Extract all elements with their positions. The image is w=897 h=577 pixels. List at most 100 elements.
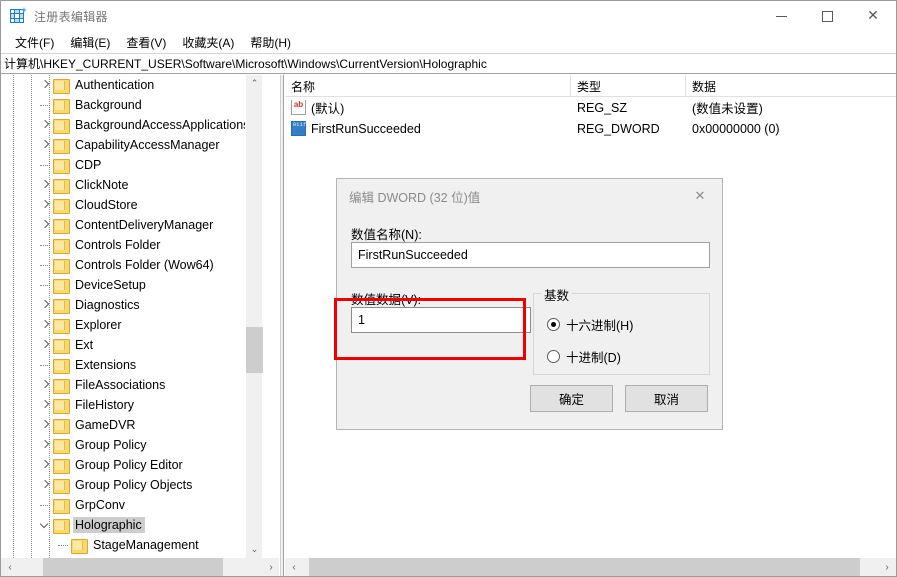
scroll-right-icon[interactable]: › — [878, 558, 896, 576]
close-button[interactable]: ✕ — [850, 1, 896, 31]
tree-hscroll-track[interactable] — [19, 558, 262, 576]
menu-file[interactable]: 文件(F) — [7, 32, 62, 53]
registry-tree-pane: Authentication Background BackgroundAccess… — [1, 75, 280, 576]
tree-item[interactable]: Group Policy Editor — [1, 455, 263, 475]
tree-item[interactable]: ClickNote — [1, 175, 263, 195]
tree-item[interactable]: GrpConv — [1, 495, 263, 515]
tree-item[interactable]: Controls Folder — [1, 235, 263, 255]
tree-item[interactable]: FileAssociations — [1, 375, 263, 395]
radio-hexadecimal-icon — [547, 318, 560, 331]
chevron-right-icon[interactable] — [37, 175, 53, 195]
menu-view[interactable]: 查看(V) — [118, 32, 174, 53]
values-hscroll-track[interactable] — [303, 558, 878, 576]
chevron-right-icon[interactable] — [37, 415, 53, 435]
tree-item[interactable]: CapabilityAccessManager — [1, 135, 263, 155]
folder-icon — [53, 258, 70, 274]
tree-guide-stub — [55, 535, 71, 555]
address-bar[interactable]: 计算机\HKEY_CURRENT_USER\Software\Microsoft… — [1, 53, 896, 74]
chevron-right-icon[interactable] — [37, 395, 53, 415]
menu-favorites[interactable]: 收藏夹(A) — [174, 32, 242, 53]
chevron-right-icon[interactable] — [37, 335, 53, 355]
folder-icon — [53, 98, 70, 114]
value-name-input[interactable] — [351, 242, 710, 268]
scroll-left-icon[interactable]: ‹ — [1, 558, 19, 576]
tree-item-label: Group Policy — [75, 438, 147, 452]
tree-hscroll-thumb[interactable] — [43, 558, 223, 576]
tree-scroll-thumb[interactable] — [246, 327, 263, 373]
radio-hexadecimal[interactable]: 十六进制(H) — [547, 315, 633, 334]
column-header-name[interactable]: 名称 — [285, 75, 571, 97]
tree-item[interactable]: Explorer — [1, 315, 263, 335]
tree-horizontal-scrollbar[interactable]: ‹ › — [1, 558, 279, 576]
value-name-text: (默认) — [311, 102, 345, 116]
chevron-right-icon[interactable] — [37, 375, 53, 395]
tree-item-label: Diagnostics — [75, 298, 140, 312]
tree-item[interactable]: CloudStore — [1, 195, 263, 215]
column-header-type[interactable]: 类型 — [571, 75, 686, 97]
radio-decimal[interactable]: 十进制(D) — [547, 347, 621, 366]
menu-help[interactable]: 帮助(H) — [242, 32, 299, 53]
ok-button[interactable]: 确定 — [530, 385, 613, 412]
tree-item[interactable]: CDP — [1, 155, 263, 175]
tree-item[interactable]: StageManagement — [1, 535, 263, 555]
tree-item-label: CDP — [75, 158, 102, 172]
column-header-data[interactable]: 数据 — [686, 75, 896, 97]
minimize-button[interactable] — [758, 1, 804, 31]
dialog-close-button[interactable]: ✕ — [678, 181, 722, 211]
base-groupbox-label: 基数 — [541, 285, 573, 304]
chevron-right-icon[interactable] — [37, 475, 53, 495]
tree-item[interactable]: Holographic — [1, 515, 263, 535]
registry-tree[interactable]: Authentication Background BackgroundAccess… — [1, 75, 263, 558]
tree-item-label: Explorer — [75, 318, 122, 332]
chevron-right-icon[interactable] — [37, 435, 53, 455]
scroll-left-icon[interactable]: ‹ — [285, 558, 303, 576]
scroll-right-icon[interactable]: › — [262, 558, 279, 576]
values-horizontal-scrollbar[interactable]: ‹ › — [285, 558, 896, 576]
folder-icon — [53, 418, 70, 434]
value-data-cell: (数值未设置) — [692, 102, 763, 116]
tree-item[interactable]: Controls Folder (Wow64) — [1, 255, 263, 275]
value-data-input[interactable] — [351, 307, 531, 333]
folder-icon — [53, 338, 70, 354]
tree-item[interactable]: GameDVR — [1, 415, 263, 435]
tree-vertical-scrollbar[interactable]: ⌃ ⌄ — [245, 75, 263, 558]
tree-item[interactable]: Diagnostics — [1, 295, 263, 315]
tree-item[interactable]: Ext — [1, 335, 263, 355]
chevron-right-icon[interactable] — [37, 115, 53, 135]
folder-icon — [53, 398, 70, 414]
value-type-cell: REG_SZ — [577, 100, 628, 115]
pane-splitter[interactable] — [280, 75, 284, 576]
values-hscroll-thumb[interactable] — [309, 558, 860, 576]
value-name-text: FirstRunSucceeded — [311, 121, 421, 136]
close-icon: ✕ — [694, 188, 706, 203]
chevron-right-icon[interactable] — [37, 195, 53, 215]
chevron-right-icon[interactable] — [37, 455, 53, 475]
maximize-icon — [821, 10, 833, 22]
chevron-right-icon[interactable] — [37, 215, 53, 235]
chevron-right-icon[interactable] — [37, 75, 53, 95]
tree-item-label: Authentication — [75, 78, 155, 92]
maximize-button[interactable] — [804, 1, 850, 31]
tree-item[interactable]: Extensions — [1, 355, 263, 375]
tree-item[interactable]: Background — [1, 95, 263, 115]
radio-decimal-label: 十进制(D) — [566, 351, 621, 365]
chevron-right-icon[interactable] — [37, 315, 53, 335]
menu-edit[interactable]: 编辑(E) — [62, 32, 118, 53]
scroll-down-icon[interactable]: ⌄ — [246, 541, 263, 558]
chevron-down-icon[interactable] — [37, 515, 53, 535]
scroll-up-icon[interactable]: ⌃ — [246, 75, 263, 92]
chevron-right-icon[interactable] — [37, 135, 53, 155]
value-row[interactable]: FirstRunSucceeded REG_DWORD 0x00000000 (0) — [285, 118, 896, 139]
tree-item[interactable]: DeviceSetup — [1, 275, 263, 295]
chevron-right-icon[interactable] — [37, 295, 53, 315]
tree-item[interactable]: Group Policy — [1, 435, 263, 455]
value-row[interactable]: (默认) REG_SZ (数值未设置) — [285, 97, 896, 118]
tree-item[interactable]: ContentDeliveryManager — [1, 215, 263, 235]
folder-icon — [53, 218, 70, 234]
registry-editor-window: 注册表编辑器 ✕ 文件(F) 编辑(E) 查看(V) 收藏夹(A) 帮助(H) … — [0, 0, 897, 577]
cancel-button[interactable]: 取消 — [625, 385, 708, 412]
tree-item[interactable]: BackgroundAccessApplications — [1, 115, 263, 135]
tree-item[interactable]: Authentication — [1, 75, 263, 95]
tree-item[interactable]: Group Policy Objects — [1, 475, 263, 495]
tree-item[interactable]: FileHistory — [1, 395, 263, 415]
